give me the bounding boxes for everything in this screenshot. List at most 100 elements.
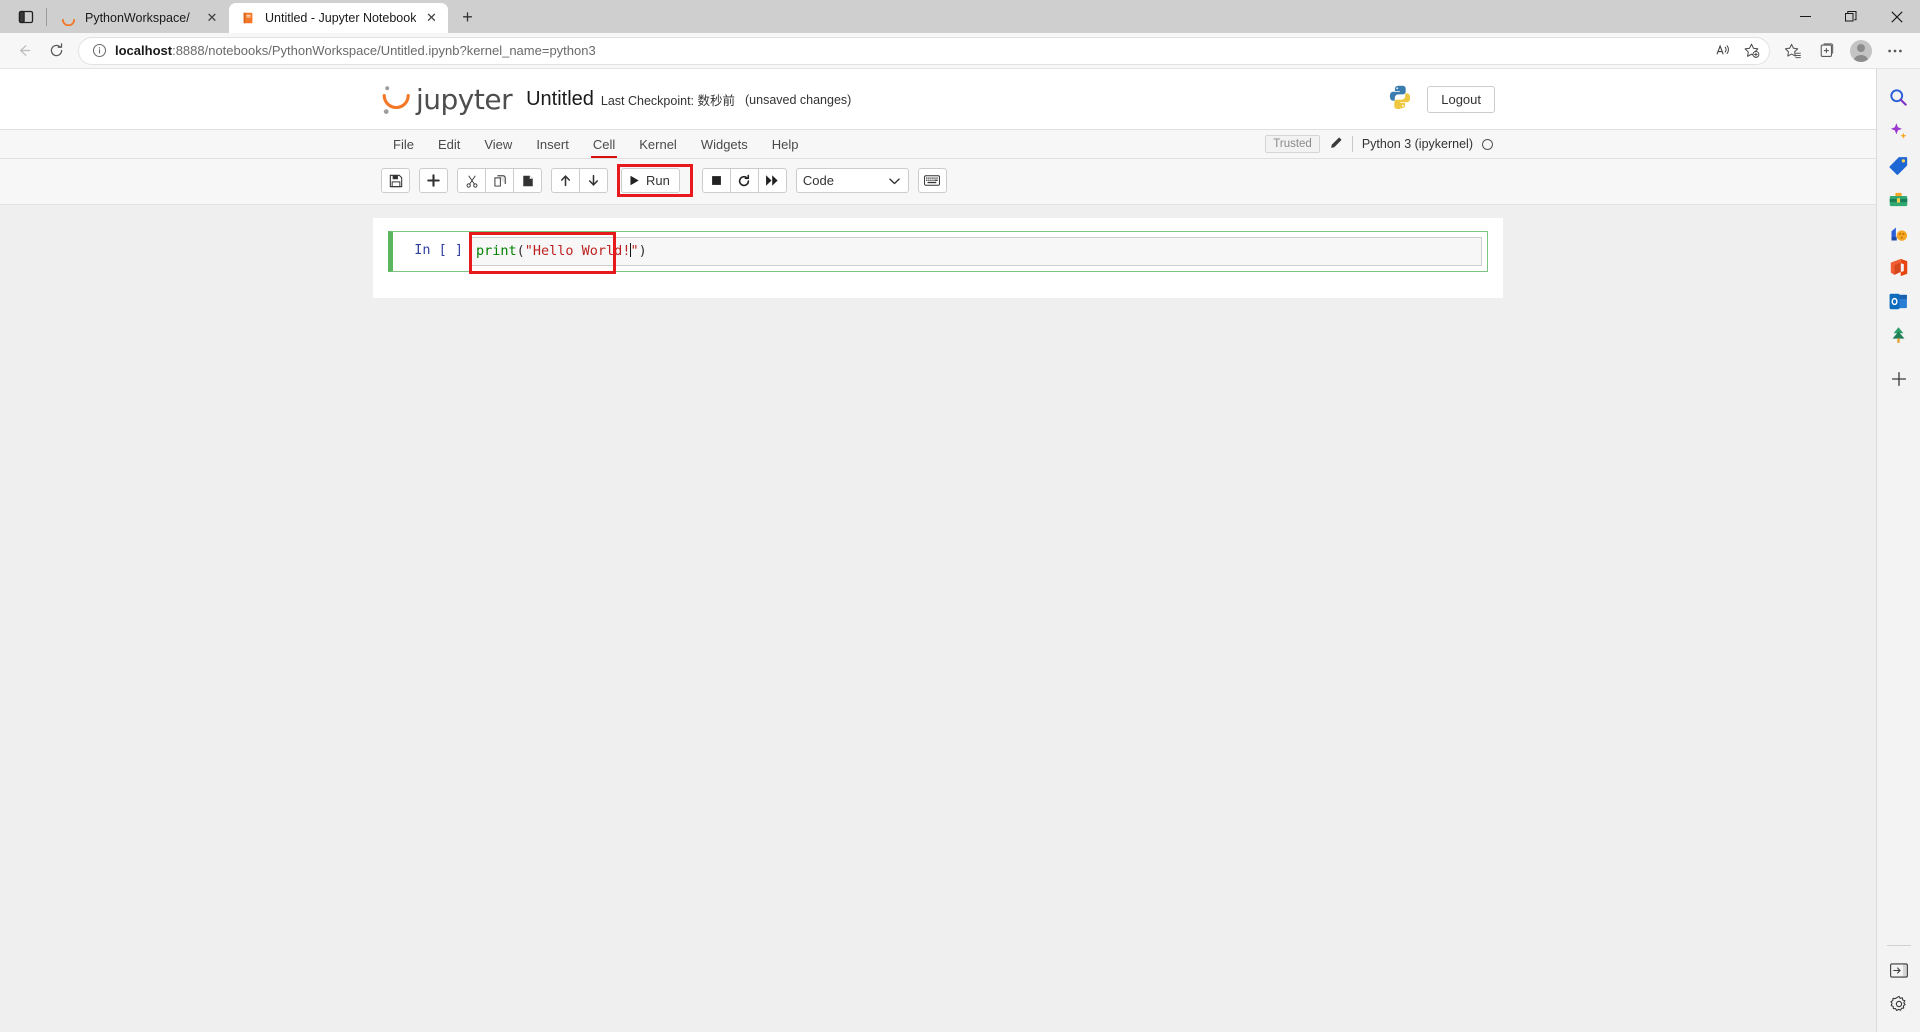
tools-icon[interactable] <box>1883 183 1915 215</box>
paste-cell-icon[interactable] <box>513 168 542 193</box>
browser-tab-jupyter-notebook[interactable]: Untitled - Jupyter Notebook ✕ <box>229 3 449 33</box>
code-token-function: print <box>476 243 517 259</box>
jupyter-logo-text: jupyter <box>416 83 513 116</box>
notebook-cell[interactable]: In [ ] print("Hello World!") <box>388 231 1488 274</box>
address-bar[interactable]: localhost:8888/notebooks/PythonWorkspace… <box>78 36 1770 65</box>
collections-icon[interactable] <box>1810 35 1844 67</box>
code-token-open-paren: ( <box>516 243 525 259</box>
kernel-status-icon <box>1482 138 1493 150</box>
browser-window: PythonWorkspace/ ✕ Untitled - Jupyter No… <box>0 0 1920 1032</box>
copy-cell-icon[interactable] <box>485 168 514 193</box>
tab-close-icon[interactable]: ✕ <box>203 9 221 27</box>
reload-button-icon[interactable] <box>40 35 72 67</box>
tab-strip-divider <box>46 7 47 26</box>
menu-help[interactable]: Help <box>760 130 811 158</box>
tab-title: PythonWorkspace/ <box>85 11 190 25</box>
office-icon[interactable] <box>1883 251 1915 283</box>
tab-actions-icon[interactable] <box>6 0 46 33</box>
read-aloud-icon[interactable] <box>1709 38 1737 64</box>
address-bar-url: localhost:8888/notebooks/PythonWorkspace… <box>115 43 1709 58</box>
cell-input-prompt: In [ ] <box>414 242 463 258</box>
jupyter-header-right: Logout <box>1387 84 1495 115</box>
menu-kernel[interactable]: Kernel <box>627 130 689 158</box>
site-info-icon[interactable] <box>87 39 111 63</box>
logout-button[interactable]: Logout <box>1427 86 1495 113</box>
shopping-tag-icon[interactable] <box>1883 149 1915 181</box>
cut-cell-icon[interactable] <box>457 168 486 193</box>
avatar <box>1850 39 1872 62</box>
pencil-icon[interactable] <box>1329 136 1343 153</box>
toolbar-group-insert <box>419 168 448 193</box>
toolbar-group-kernel <box>701 168 787 193</box>
toolbar-group-run: Run <box>621 168 680 193</box>
notebook-name[interactable]: Untitled <box>526 88 594 111</box>
sidebar-settings-icon[interactable] <box>1883 988 1915 1020</box>
toolbar-group-save <box>381 168 410 193</box>
new-tab-button[interactable]: + <box>452 3 482 31</box>
menu-file[interactable]: File <box>381 130 426 158</box>
jupyter-book-favicon <box>240 10 256 26</box>
browser-toolbar-right <box>1776 35 1912 67</box>
jupyter-header: jupyter Untitled Last Checkpoint: 数秒前 (u… <box>0 69 1876 130</box>
jupyter-toolbar-wrap: Run Code <box>0 159 1876 205</box>
add-cell-icon[interactable] <box>419 168 448 193</box>
add-sidebar-app-icon[interactable] <box>1883 363 1915 395</box>
command-palette-icon[interactable] <box>917 168 947 193</box>
edge-sidebar <box>1876 69 1920 1032</box>
move-cell-down-icon[interactable] <box>579 168 608 193</box>
settings-and-more-icon[interactable] <box>1878 35 1912 67</box>
restore-icon[interactable] <box>1828 0 1874 33</box>
sidebar-divider <box>1886 945 1911 946</box>
notebook-scroll-area: In [ ] print("Hello World!") <box>0 205 1876 1032</box>
run-button-label: Run <box>646 173 670 188</box>
jupyter-menubar-wrap: File Edit View Insert Cell Kernel Widget… <box>0 130 1876 159</box>
run-button[interactable]: Run <box>621 168 680 193</box>
cell-type-select[interactable]: Code <box>795 168 909 193</box>
restart-and-run-all-icon[interactable] <box>757 168 787 193</box>
tab-title: Untitled - Jupyter Notebook <box>265 11 417 25</box>
profile-avatar-icon[interactable] <box>1844 35 1878 67</box>
close-icon[interactable] <box>1874 0 1920 33</box>
sidebar-bottom-group <box>1883 939 1915 1032</box>
menu-view[interactable]: View <box>472 130 524 158</box>
dropbox-icon[interactable] <box>1883 319 1915 351</box>
outlook-icon[interactable] <box>1883 285 1915 317</box>
restart-kernel-icon[interactable] <box>729 168 759 193</box>
back-button-icon[interactable] <box>8 35 40 67</box>
copilot-icon[interactable] <box>1883 115 1915 147</box>
toolbar-group-palette <box>917 168 947 193</box>
code-token-close-quote: " <box>630 243 639 259</box>
code-editor[interactable]: print("Hello World!") <box>469 237 1482 266</box>
menu-cell[interactable]: Cell <box>581 130 627 158</box>
address-bar-icons <box>1709 38 1765 64</box>
save-icon[interactable] <box>381 168 410 193</box>
menu-edit[interactable]: Edit <box>426 130 472 158</box>
interrupt-kernel-icon[interactable] <box>701 168 731 193</box>
menu-widgets[interactable]: Widgets <box>689 130 760 158</box>
tab-close-icon[interactable]: ✕ <box>422 9 440 27</box>
move-cell-up-icon[interactable] <box>551 168 580 193</box>
url-path: :8888/notebooks/PythonWorkspace/Untitled… <box>172 43 596 58</box>
add-favorite-icon[interactable] <box>1737 38 1765 64</box>
jupyter-notebook-page: jupyter Untitled Last Checkpoint: 数秒前 (u… <box>0 69 1876 1032</box>
toolbar-group-move <box>551 168 608 193</box>
chevron-down-icon <box>889 173 900 188</box>
jupyter-logo[interactable]: jupyter <box>381 83 513 117</box>
trusted-badge: Trusted <box>1265 135 1320 153</box>
code-token-string: "Hello World! <box>524 243 631 259</box>
notebook-container: In [ ] print("Hello World!") <box>373 218 1503 298</box>
menubar-divider <box>1351 136 1353 152</box>
minimize-icon[interactable] <box>1782 0 1828 33</box>
browser-essentials-icon[interactable] <box>1883 954 1915 986</box>
browser-tab-pythonworkspace[interactable]: PythonWorkspace/ ✕ <box>49 3 229 33</box>
favorites-icon[interactable] <box>1776 35 1810 67</box>
kernel-name-label: Python 3 (ipykernel) <box>1361 137 1473 151</box>
search-icon[interactable] <box>1883 81 1915 113</box>
games-icon[interactable] <box>1883 217 1915 249</box>
window-controls <box>1782 0 1920 33</box>
browser-navigation-bar: localhost:8888/notebooks/PythonWorkspace… <box>0 33 1920 69</box>
menu-insert[interactable]: Insert <box>524 130 581 158</box>
python-logo-icon <box>1387 84 1413 115</box>
url-host: localhost <box>115 43 173 58</box>
code-token-close-paren: ) <box>638 243 647 259</box>
